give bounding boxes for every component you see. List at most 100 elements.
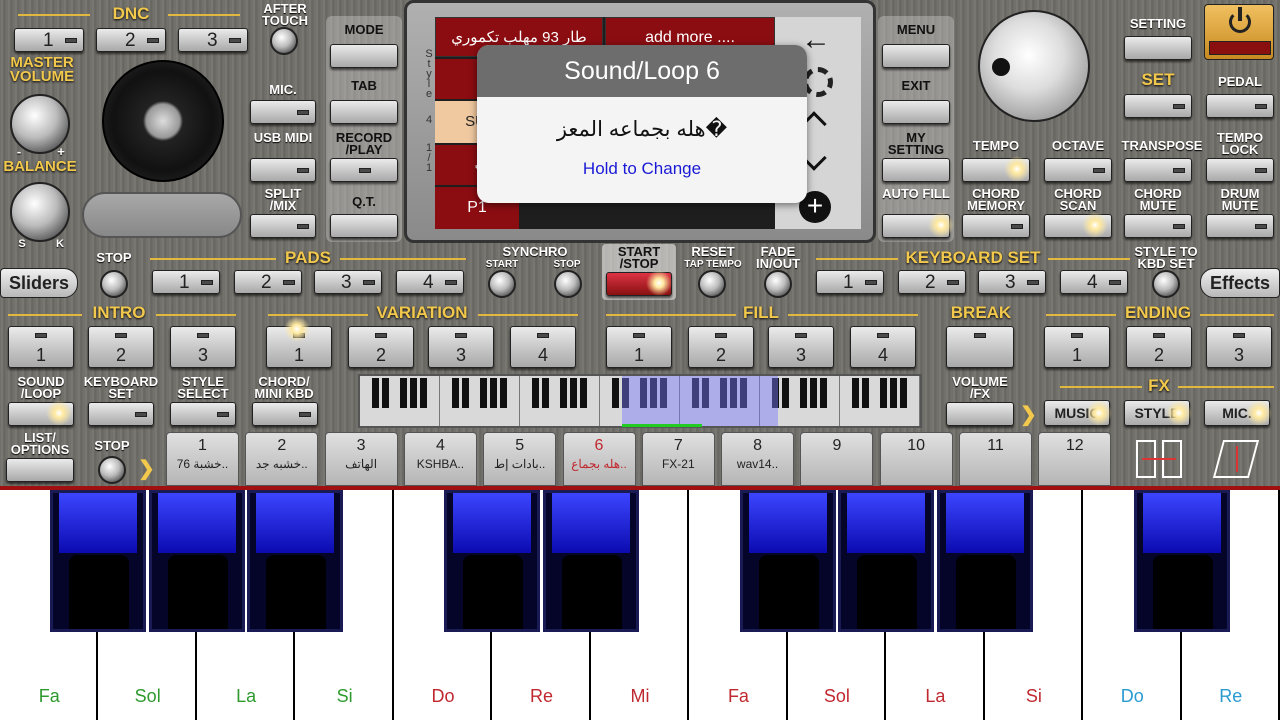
fade-knob[interactable] bbox=[764, 270, 792, 298]
pad-button-1[interactable]: 1 bbox=[152, 270, 220, 294]
pedal-button[interactable] bbox=[1206, 94, 1274, 118]
black-key-9[interactable] bbox=[1133, 490, 1230, 632]
black-key-5[interactable] bbox=[542, 490, 639, 632]
button-ending-1[interactable]: 1 bbox=[1044, 326, 1110, 368]
split-keyboard-icon[interactable] bbox=[1132, 436, 1192, 482]
menu-button[interactable] bbox=[882, 44, 950, 68]
kbd-set-button-3[interactable]: 3 bbox=[978, 270, 1046, 294]
dnc-turntable-icon[interactable] bbox=[102, 60, 224, 182]
set-button[interactable] bbox=[1124, 94, 1192, 118]
mini-black-key bbox=[490, 378, 497, 408]
kbd-set-button-2[interactable]: 2 bbox=[898, 270, 966, 294]
style-to-kbd-knob[interactable] bbox=[1152, 270, 1180, 298]
gear-icon[interactable] bbox=[803, 67, 833, 97]
mini-keyboard[interactable] bbox=[358, 374, 922, 428]
synchro-start-knob[interactable] bbox=[488, 270, 516, 298]
button-fill-3[interactable]: 3 bbox=[768, 326, 834, 368]
button-ending-2[interactable]: 2 bbox=[1126, 326, 1192, 368]
black-key-1[interactable] bbox=[50, 490, 147, 632]
pitch-bend-pad[interactable] bbox=[82, 192, 242, 238]
dnc-button-1[interactable]: 1 bbox=[14, 28, 84, 52]
sound-slot-1[interactable]: 1 خشبة 76.. bbox=[166, 432, 239, 486]
button-fill-4[interactable]: 4 bbox=[850, 326, 916, 368]
mini-keyboard-range[interactable] bbox=[622, 376, 778, 426]
sliders-button[interactable]: Sliders bbox=[0, 268, 78, 298]
stop-knob-2[interactable] bbox=[98, 456, 126, 484]
black-key-4[interactable] bbox=[444, 490, 541, 632]
exit-button[interactable] bbox=[882, 100, 950, 124]
button-variation-3[interactable]: 3 bbox=[428, 326, 494, 368]
chord-mute-button[interactable] bbox=[1124, 214, 1192, 238]
sound-slot-10[interactable]: 10 bbox=[879, 432, 953, 486]
sound-slot-6[interactable]: 6 هله بجماع.. bbox=[562, 432, 636, 486]
balance-knob[interactable] bbox=[10, 182, 70, 242]
reset-knob[interactable] bbox=[698, 270, 726, 298]
pad-button-3[interactable]: 3 bbox=[314, 270, 382, 294]
record-play-button[interactable] bbox=[330, 158, 398, 182]
pad-button-2[interactable]: 2 bbox=[234, 270, 302, 294]
mode-button[interactable] bbox=[330, 44, 398, 68]
stop-knob[interactable] bbox=[100, 270, 128, 298]
black-key-8[interactable] bbox=[936, 490, 1033, 632]
black-key-3[interactable] bbox=[247, 490, 344, 632]
black-key-7[interactable] bbox=[838, 490, 935, 632]
key-highlight bbox=[59, 493, 138, 553]
break-button[interactable] bbox=[946, 326, 1014, 368]
after-touch-knob[interactable] bbox=[270, 27, 298, 55]
key-height-icon[interactable] bbox=[1210, 436, 1274, 482]
volume-fx-button[interactable] bbox=[946, 402, 1014, 426]
list-options-button[interactable] bbox=[6, 458, 74, 482]
tab-button[interactable] bbox=[330, 100, 398, 124]
kbd-set-button-1[interactable]: 1 bbox=[816, 270, 884, 294]
button-variation-4[interactable]: 4 bbox=[510, 326, 576, 368]
button-fill-2[interactable]: 2 bbox=[688, 326, 754, 368]
balance-label: BALANCE bbox=[3, 158, 77, 175]
note-label: Do bbox=[431, 686, 455, 706]
tempo-lock-button[interactable] bbox=[1206, 158, 1274, 182]
black-key-6[interactable] bbox=[739, 490, 836, 632]
octave-button[interactable] bbox=[1044, 158, 1112, 182]
sound-slot-4[interactable]: 4 KSHBA.. bbox=[403, 432, 477, 486]
sound-slot-9[interactable]: 9 bbox=[800, 432, 874, 486]
sound-slot-3[interactable]: 3 الهاتف bbox=[324, 432, 398, 486]
split-mix-button[interactable] bbox=[250, 214, 316, 238]
sound-slot-7[interactable]: 7 FX-21 bbox=[641, 432, 715, 486]
transpose-button[interactable] bbox=[1124, 158, 1192, 182]
effects-button[interactable]: Effects bbox=[1200, 268, 1280, 298]
dnc-button-2[interactable]: 2 bbox=[96, 28, 166, 52]
power-button[interactable] bbox=[1204, 4, 1274, 60]
kbd-set-button-4[interactable]: 4 bbox=[1060, 270, 1128, 294]
key-highlight bbox=[157, 493, 236, 553]
setting-button[interactable] bbox=[1124, 36, 1192, 60]
style-select-button[interactable] bbox=[170, 402, 236, 426]
button-fill-1[interactable]: 1 bbox=[606, 326, 672, 368]
key-lower bbox=[857, 555, 918, 629]
synchro-stop-knob[interactable] bbox=[554, 270, 582, 298]
button-intro-3[interactable]: 3 bbox=[170, 326, 236, 368]
sound-slot-8[interactable]: 8 wav14.. bbox=[721, 432, 795, 486]
button-ending-3[interactable]: 3 bbox=[1206, 326, 1272, 368]
key-highlight bbox=[1142, 493, 1221, 553]
sound-slot-2[interactable]: 2 خشبه جد.. bbox=[245, 432, 319, 486]
my-setting-button[interactable] bbox=[882, 158, 950, 182]
chord-memory-button[interactable] bbox=[962, 214, 1030, 238]
pad-button-4[interactable]: 4 bbox=[396, 270, 464, 294]
dnc-button-3[interactable]: 3 bbox=[178, 28, 248, 52]
tempo-dial[interactable] bbox=[978, 10, 1090, 122]
volume-fx-label: VOLUME /FX bbox=[952, 374, 1008, 401]
drum-mute-button[interactable] bbox=[1206, 214, 1274, 238]
black-key-2[interactable] bbox=[148, 490, 245, 632]
qt-button[interactable] bbox=[330, 214, 398, 238]
sound-slot-5[interactable]: 5 بادات إط.. bbox=[483, 432, 557, 486]
mic-button[interactable] bbox=[250, 100, 316, 124]
popup-hint[interactable]: Hold to Change bbox=[477, 159, 807, 179]
button-intro-2[interactable]: 2 bbox=[88, 326, 154, 368]
sound-slot-11[interactable]: 11 bbox=[959, 432, 1032, 486]
button-intro-1[interactable]: 1 bbox=[8, 326, 74, 368]
chord-mini-button[interactable] bbox=[252, 402, 318, 426]
button-variation-2[interactable]: 2 bbox=[348, 326, 414, 368]
sound-slot-12[interactable]: 12 bbox=[1038, 432, 1112, 486]
keyboard-set-button[interactable] bbox=[88, 402, 154, 426]
button-led bbox=[1071, 333, 1083, 338]
usb-midi-button[interactable] bbox=[250, 158, 316, 182]
